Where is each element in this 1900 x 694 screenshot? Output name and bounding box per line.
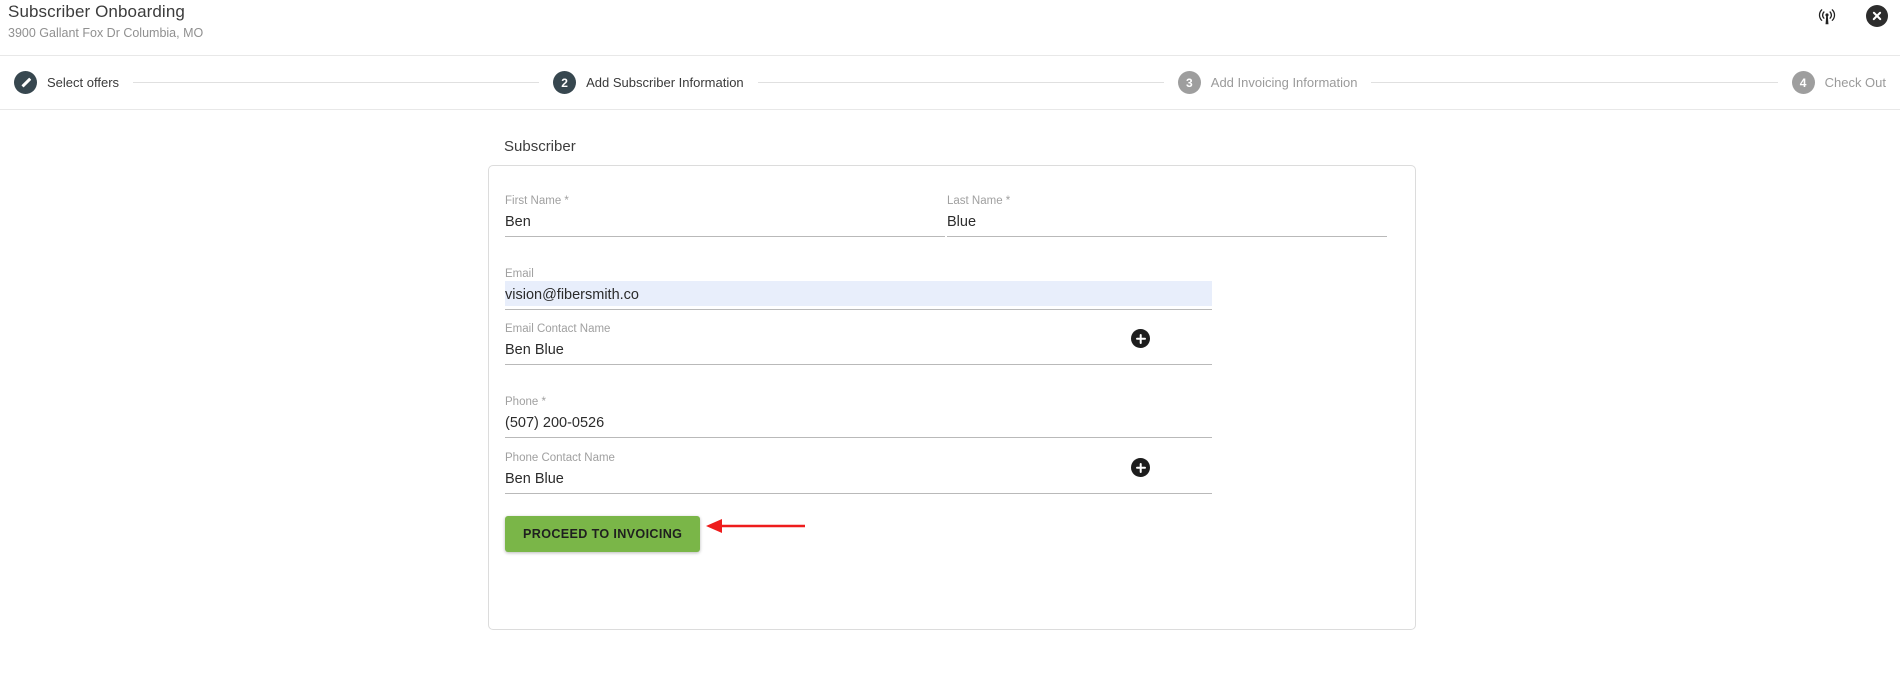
step-add-invoicing-information[interactable]: 3 Add Invoicing Information (1177, 71, 1358, 94)
step-add-subscriber-information[interactable]: 2 Add Subscriber Information (553, 71, 744, 94)
step-check-out[interactable]: 4 Check Out (1791, 71, 1887, 94)
step-3-circle: 3 (1177, 71, 1201, 94)
close-button[interactable] (1864, 3, 1890, 29)
page-subtitle: 3900 Gallant Fox Dr Columbia, MO (8, 26, 204, 40)
header-actions (1814, 3, 1890, 29)
app-header: Subscriber Onboarding 3900 Gallant Fox D… (0, 0, 1900, 56)
phone-contact-name-input[interactable]: Ben Blue (505, 465, 1212, 490)
main-content: Subscriber First Name * Ben Last Name * … (0, 110, 1900, 693)
email-underline (505, 309, 1212, 310)
step-select-offers[interactable]: Select offers (14, 71, 119, 94)
email-contact-name-underline (505, 364, 1212, 365)
first-name-label: First Name * (505, 195, 569, 207)
field-first-name: First Name * Ben (505, 194, 945, 237)
section-title: Subscriber (504, 138, 576, 155)
phone-underline (505, 437, 1212, 438)
subscriber-form-card: First Name * Ben Last Name * Blue Email … (488, 165, 1416, 630)
last-name-input[interactable]: Blue (947, 208, 1387, 233)
step-connector (757, 82, 1164, 83)
step-connector (1371, 82, 1778, 83)
step-2-label: Add Subscriber Information (586, 75, 744, 90)
pencil-icon (20, 77, 32, 89)
field-email: Email vision@fibersmith.co (505, 267, 1212, 310)
field-phone-contact-name: Phone Contact Name Ben Blue (505, 451, 1212, 494)
step-connector (133, 82, 540, 83)
field-email-contact-name: Email Contact Name Ben Blue (505, 322, 1212, 365)
email-input[interactable]: vision@fibersmith.co (505, 281, 1212, 306)
phone-label: Phone * (505, 396, 546, 408)
phone-contact-name-label: Phone Contact Name (505, 452, 615, 464)
close-icon (1866, 5, 1888, 27)
add-email-contact-button[interactable] (1131, 329, 1150, 348)
antenna-signal-icon[interactable] (1814, 3, 1840, 29)
onboarding-stepper: Select offers 2 Add Subscriber Informati… (0, 56, 1900, 110)
add-phone-contact-button[interactable] (1131, 458, 1150, 477)
proceed-to-invoicing-button[interactable]: PROCEED TO INVOICING (505, 516, 701, 552)
last-name-label: Last Name * (947, 195, 1011, 207)
step-4-label: Check Out (1824, 75, 1887, 90)
email-label: Email (505, 268, 534, 280)
step-1-circle (14, 71, 37, 94)
step-4-circle: 4 (1791, 71, 1815, 94)
email-contact-name-label: Email Contact Name (505, 323, 611, 335)
first-name-input[interactable]: Ben (505, 208, 945, 233)
field-last-name: Last Name * Blue (947, 194, 1387, 237)
step-1-label: Select offers (47, 75, 120, 90)
field-phone: Phone * (507) 200-0526 (505, 395, 1212, 438)
email-contact-name-input[interactable]: Ben Blue (505, 336, 1212, 361)
phone-contact-name-underline (505, 493, 1212, 494)
step-3-label: Add Invoicing Information (1210, 75, 1358, 90)
page-title: Subscriber Onboarding (8, 2, 185, 21)
first-name-underline (505, 236, 945, 237)
phone-input[interactable]: (507) 200-0526 (505, 409, 1212, 434)
last-name-underline (947, 236, 1387, 237)
step-2-circle: 2 (553, 71, 577, 94)
